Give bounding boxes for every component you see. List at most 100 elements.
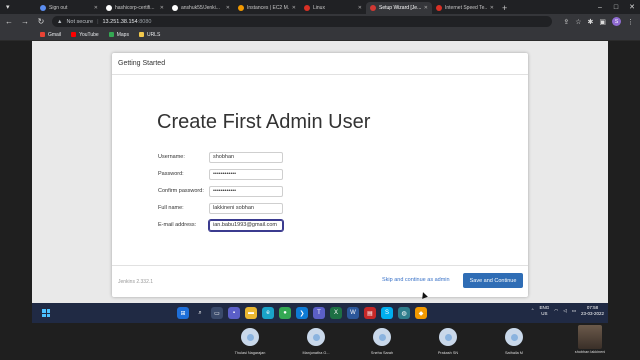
windows-start-icon[interactable]: ⊞: [177, 307, 189, 319]
wifi-icon[interactable]: ◠: [554, 308, 558, 314]
profile-avatar[interactable]: S: [612, 17, 621, 26]
extensions-icon[interactable]: ✱: [588, 18, 594, 26]
tab-favicon-icon: [172, 5, 178, 11]
menu-icon[interactable]: ⋮: [627, 18, 634, 26]
tab-close-icon[interactable]: ✕: [424, 5, 428, 11]
widgets-icon[interactable]: [42, 309, 50, 317]
tab-label: anshuk55/Jenki...: [181, 5, 220, 11]
form-row: Password: ••••••••••••: [158, 168, 283, 180]
bookmark-label: URLS: [146, 31, 161, 38]
vscode-icon[interactable]: ❯: [296, 307, 308, 319]
tab-favicon-icon: [40, 5, 46, 11]
tab-label: Instances | EC2 M...: [247, 5, 289, 11]
user-avatar-icon: [439, 328, 457, 346]
volume-icon[interactable]: ◁: [563, 308, 566, 314]
setup-wizard-dialog: Getting Started Create First Admin User …: [112, 53, 528, 297]
tab-close-icon[interactable]: ✕: [226, 5, 230, 11]
user-avatar-icon: [505, 328, 523, 346]
participant-name: Prakash SN: [437, 351, 459, 355]
tab-close-icon[interactable]: ✕: [160, 5, 164, 11]
form-field-input[interactable]: ••••••••••••: [209, 185, 283, 197]
save-continue-button[interactable]: Save and Continue: [463, 273, 523, 288]
bookmark-item[interactable]: YouTube: [71, 32, 99, 38]
skype-icon[interactable]: S: [381, 307, 393, 319]
battery-icon[interactable]: ▭: [572, 308, 576, 314]
browser-tab[interactable]: Internet Speed Te... ✕: [432, 2, 498, 14]
forward-icon[interactable]: →: [20, 17, 30, 26]
field-label: Password:: [158, 171, 184, 177]
user-avatar-icon: [373, 328, 391, 346]
close-window-icon[interactable]: ✕: [624, 0, 640, 14]
search-icon[interactable]: ⌕: [194, 307, 206, 319]
maximize-icon[interactable]: □: [608, 0, 624, 14]
bookmark-favicon-icon: [71, 32, 77, 37]
tab-close-icon[interactable]: ✕: [292, 5, 296, 11]
chat-icon[interactable]: ▪: [228, 307, 240, 319]
form-field-input[interactable]: lakkineni sobhan: [209, 202, 283, 214]
task-view-icon[interactable]: ▭: [211, 307, 223, 319]
participant-name: Manjunatha G...: [302, 351, 330, 355]
url-field[interactable]: ▲ Not secure | 13.251.38.154:8080: [52, 16, 552, 27]
participant-tile[interactable]: Manjunatha G...: [292, 325, 340, 359]
teams-icon[interactable]: T: [313, 307, 325, 319]
participant-tile[interactable]: shobhan lakkineni: [566, 325, 614, 359]
tab-close-icon[interactable]: ✕: [94, 5, 98, 11]
participant-tile[interactable]: Thulasi Nagarajan: [226, 325, 274, 359]
form-row: Confirm password: ••••••••••••: [158, 185, 283, 197]
new-tab-button[interactable]: +: [502, 2, 507, 14]
field-label: Username:: [158, 154, 185, 160]
address-bar-row: ← → ↻ ▲ Not secure | 13.251.38.154:8080 …: [0, 14, 640, 29]
window-controls: – □ ✕: [592, 0, 640, 14]
vpn-icon[interactable]: ◆: [415, 307, 427, 319]
back-icon[interactable]: ←: [4, 17, 14, 26]
participant-name: Thulasi Nagarajan: [234, 351, 266, 355]
form-row: E-mail address: ian.babu1993@gmail.com: [158, 219, 283, 231]
show-hidden-icons[interactable]: ⌃: [531, 308, 535, 314]
chrome-icon[interactable]: ●: [279, 307, 291, 319]
field-label: E-mail address:: [158, 222, 197, 228]
participant-tile[interactable]: Sathaila M: [490, 325, 538, 359]
browser-tab[interactable]: hashicorp-certifi... ✕: [102, 2, 168, 14]
browser-tab[interactable]: anshuk55/Jenki... ✕: [168, 2, 234, 14]
form-field-input[interactable]: ian.babu1993@gmail.com: [209, 219, 283, 231]
globe-icon[interactable]: ◍: [398, 307, 410, 319]
browser-tab[interactable]: Instances | EC2 M... ✕: [234, 2, 300, 14]
page-title: Create First Admin User: [157, 111, 371, 133]
form-row: Username: shobhan: [158, 151, 283, 163]
participant-tile[interactable]: Sneha Sarah: [358, 325, 406, 359]
tab-label: Setup Wizard [Je...: [379, 5, 421, 11]
tab-close-icon[interactable]: ✕: [358, 5, 362, 11]
minimize-icon[interactable]: –: [592, 0, 608, 14]
security-status: Not secure: [66, 18, 94, 25]
url-port: :8080: [137, 18, 152, 25]
excel-icon[interactable]: X: [330, 307, 342, 319]
tab-search-icon[interactable]: ▾: [6, 3, 10, 11]
language-indicator[interactable]: ENG US: [540, 305, 550, 317]
reload-icon[interactable]: ↻: [36, 17, 46, 26]
browser-tab[interactable]: Setup Wizard [Je... ✕: [366, 2, 432, 14]
browser-tab[interactable]: Linux ✕: [300, 2, 366, 14]
bookmark-favicon-icon: [108, 32, 114, 37]
clock[interactable]: 07:58 23-03-2022: [581, 305, 604, 317]
bookmark-star-icon[interactable]: ☆: [575, 18, 581, 26]
form-field-input[interactable]: ••••••••••••: [209, 168, 283, 180]
browser-tab[interactable]: Sign out ✕: [36, 2, 102, 14]
edge-icon[interactable]: e: [262, 307, 274, 319]
tab-favicon-icon: [106, 5, 112, 11]
skip-continue-link[interactable]: Skip and continue as admin: [382, 277, 450, 283]
tab-label: hashicorp-certifi...: [115, 5, 155, 11]
bookmark-item[interactable]: URLS: [138, 31, 161, 38]
bookmark-item[interactable]: Maps: [108, 32, 129, 38]
form-field-input[interactable]: shobhan: [209, 151, 283, 163]
bookmark-item[interactable]: Gmail: [40, 32, 61, 38]
share-icon[interactable]: ⇪: [563, 18, 569, 26]
app-icon[interactable]: ▤: [364, 307, 376, 319]
split-view-icon[interactable]: ▣: [599, 18, 606, 26]
word-icon[interactable]: W: [347, 307, 359, 319]
dialog-body: Create First Admin User Username: shobhan…: [112, 75, 528, 265]
participant-name: shobhan lakkineni: [574, 350, 606, 354]
file-explorer-icon[interactable]: ▬: [245, 307, 257, 319]
participant-tile[interactable]: Prakash SN: [424, 325, 472, 359]
bookmarks-bar: Gmail YouTube Maps URLS: [0, 29, 640, 41]
tab-close-icon[interactable]: ✕: [490, 5, 494, 11]
